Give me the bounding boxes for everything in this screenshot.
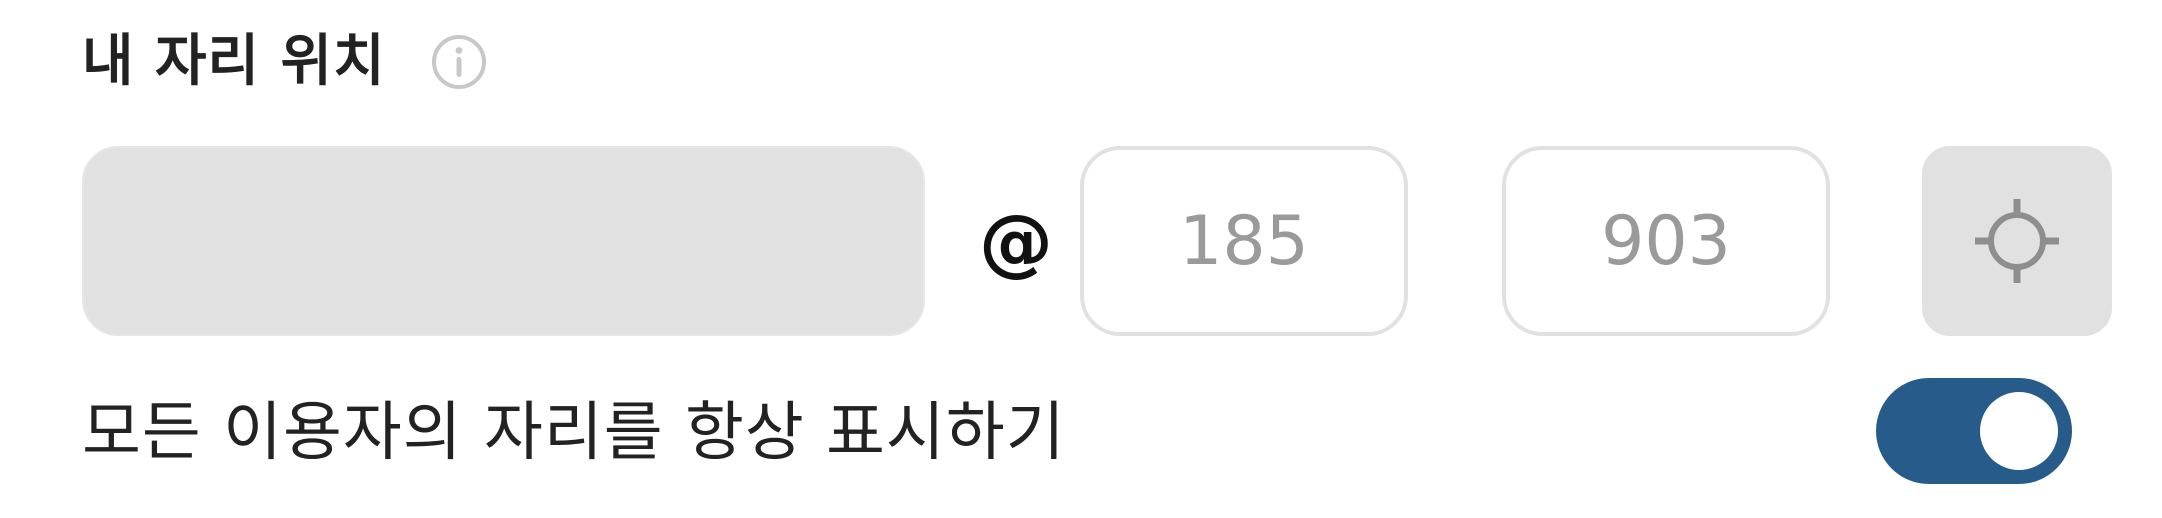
- at-symbol: @: [979, 199, 1053, 285]
- locate-button[interactable]: [1922, 146, 2112, 336]
- x-coordinate-input[interactable]: [1080, 146, 1408, 336]
- title-row: 내 자리 위치: [82, 22, 488, 102]
- section-title: 내 자리 위치: [82, 29, 386, 94]
- show-all-seats-toggle[interactable]: [1876, 378, 2072, 484]
- y-coordinate-input[interactable]: [1502, 146, 1830, 336]
- toggle-knob: [1980, 392, 2058, 470]
- info-circle-icon[interactable]: [430, 33, 488, 91]
- crosshair-icon: [1975, 199, 2059, 283]
- seat-name-field[interactable]: [82, 146, 925, 336]
- seat-location-panel: 내 자리 위치 @ 모든 이용자의 자리를 항상 표시하기: [0, 0, 2162, 518]
- show-all-seats-label: 모든 이용자의 자리를 항상 표시하기: [82, 396, 1066, 470]
